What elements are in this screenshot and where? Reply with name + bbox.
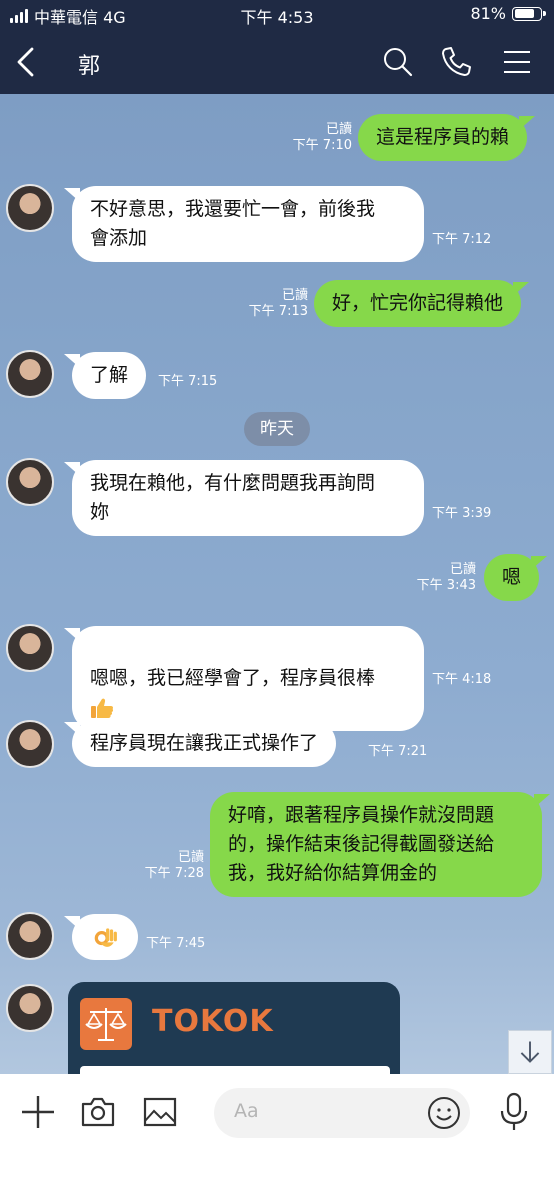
- message-bubble-incoming[interactable]: [64, 914, 138, 960]
- card-preview-area: [80, 1066, 390, 1074]
- message-bubble-outgoing[interactable]: 這是程序員的賴: [358, 114, 536, 161]
- phone-icon[interactable]: [438, 44, 474, 80]
- message-bubble-incoming[interactable]: 了解: [63, 352, 147, 399]
- avatar[interactable]: [6, 912, 54, 960]
- read-receipt: 已讀: [177, 850, 204, 865]
- scroll-to-bottom-button[interactable]: [508, 1030, 552, 1074]
- image-icon[interactable]: [142, 1094, 178, 1130]
- message-time: 下午 7:45: [146, 936, 206, 951]
- clock: 下午 4:53: [240, 8, 314, 27]
- ok-hand-emoji: [94, 928, 117, 947]
- message-time: 下午 7:21: [368, 744, 428, 759]
- message-input-placeholder: Aa: [234, 1100, 259, 1122]
- camera-icon[interactable]: [80, 1094, 116, 1130]
- message-time: 下午 3:39: [432, 506, 492, 521]
- microphone-icon[interactable]: [496, 1092, 532, 1132]
- chat-area[interactable]: 已讀 下午 7:10 這是程序員的賴 不好意思，我還要忙一會，前後我 會添加 下…: [0, 94, 554, 1074]
- thumbs-up-emoji: [91, 698, 114, 718]
- message-meta: 已讀 下午 7:13: [249, 288, 308, 320]
- message-time: 下午 3:43: [416, 578, 476, 593]
- back-arrow-icon[interactable]: [10, 44, 46, 80]
- message-bubble-outgoing[interactable]: 嗯: [484, 554, 548, 601]
- message-bubble-incoming[interactable]: 我現在賴他，有什麼問題我再詢問 妳: [64, 460, 424, 536]
- message-time: 下午 7:13: [248, 304, 308, 319]
- message-bubble-outgoing[interactable]: 好，忙完你記得賴他: [314, 280, 530, 327]
- message-meta: 已讀 下午 3:43: [417, 562, 476, 594]
- input-bar: Aa: [0, 1074, 554, 1200]
- plus-icon[interactable]: [20, 1094, 56, 1130]
- avatar[interactable]: [6, 984, 54, 1032]
- card-brand-name: TOKOK: [152, 1004, 274, 1039]
- message-time: 下午 7:12: [432, 232, 492, 247]
- chat-header: 郭: [0, 30, 554, 94]
- emoji-icon[interactable]: [426, 1095, 462, 1131]
- contact-name: 郭: [78, 54, 101, 79]
- status-bar: 中華電信 4G 下午 4:53 81%: [0, 0, 554, 30]
- date-divider: 昨天: [244, 412, 310, 446]
- avatar[interactable]: [6, 624, 54, 672]
- read-receipt: 已讀: [449, 562, 476, 577]
- message-bubble-incoming[interactable]: 程序員現在讓我正式操作了: [63, 720, 337, 767]
- battery-percent: 81%: [470, 4, 506, 23]
- message-meta: 已讀 下午 7:28: [145, 850, 204, 882]
- menu-icon[interactable]: [500, 44, 536, 80]
- message-time: 下午 7:15: [158, 374, 218, 389]
- message-time: 下午 4:18: [432, 672, 492, 687]
- arrow-down-icon: [520, 1041, 540, 1063]
- message-text: 嗯嗯，我已經學會了，程序員很棒: [90, 667, 376, 689]
- shared-link-card[interactable]: TOKOK: [68, 982, 400, 1074]
- avatar[interactable]: [6, 350, 54, 398]
- search-icon[interactable]: [380, 44, 416, 80]
- message-bubble-incoming[interactable]: 不好意思，我還要忙一會，前後我 會添加: [64, 186, 424, 262]
- message-bubble-outgoing[interactable]: 好唷，跟著程序員操作就沒問題 的，操作結束後記得截圖發送給 我，我好給你結算佣金…: [210, 792, 550, 897]
- read-receipt: 已讀: [281, 288, 308, 303]
- message-time: 下午 7:10: [292, 138, 352, 153]
- message-input[interactable]: Aa: [214, 1088, 470, 1138]
- message-meta: 已讀 下午 7:10: [293, 122, 352, 154]
- avatar[interactable]: [6, 184, 54, 232]
- avatar[interactable]: [6, 458, 54, 506]
- scale-logo-icon: [80, 998, 132, 1050]
- battery-icon: [512, 6, 546, 21]
- read-receipt: 已讀: [325, 122, 352, 137]
- avatar[interactable]: [6, 720, 54, 768]
- message-bubble-incoming[interactable]: 嗯嗯，我已經學會了，程序員很棒: [64, 626, 424, 731]
- message-time: 下午 7:28: [144, 866, 204, 881]
